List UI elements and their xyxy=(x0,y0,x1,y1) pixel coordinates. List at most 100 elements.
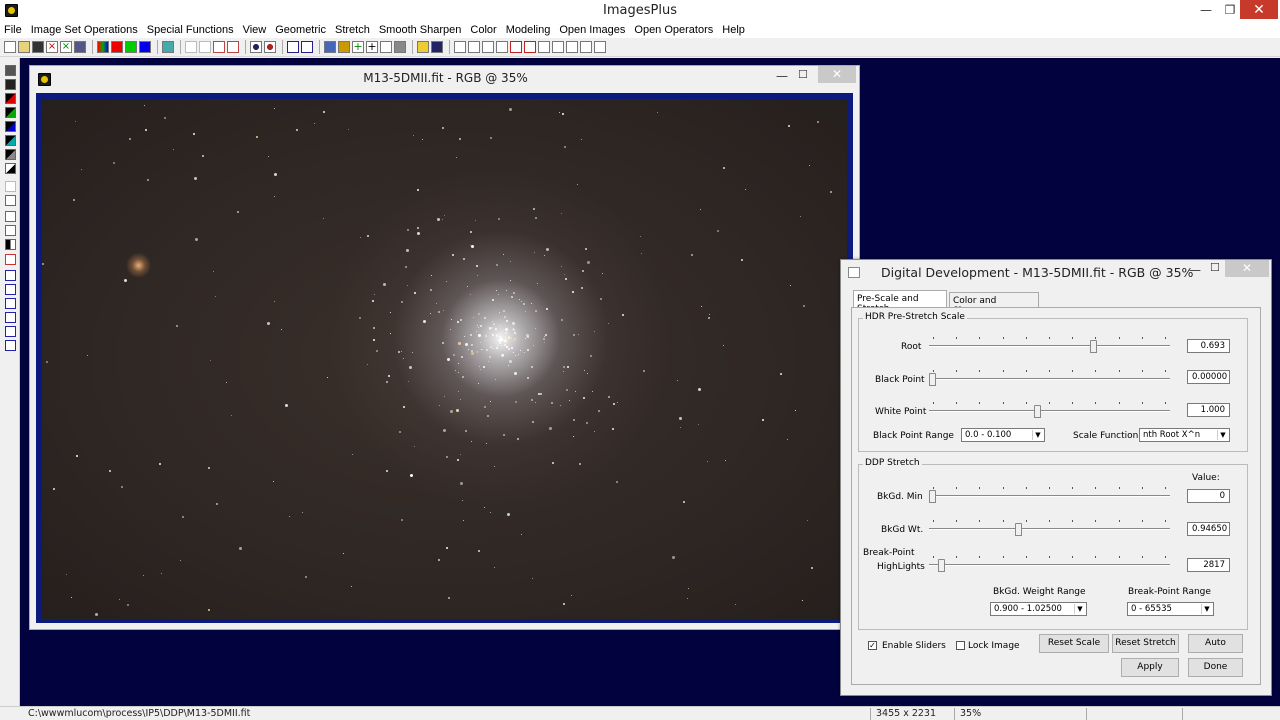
bkgd-min-value[interactable]: 0 xyxy=(1187,489,1230,503)
menu-special-functions[interactable]: Special Functions xyxy=(147,24,234,36)
break-point-range-select[interactable]: 0 - 65535 ▼ xyxy=(1127,602,1214,616)
undo-icon[interactable] xyxy=(185,41,197,53)
redo-icon[interactable] xyxy=(199,41,211,53)
tool-region-icon[interactable] xyxy=(5,254,16,265)
pencil-icon[interactable] xyxy=(417,41,429,53)
crop-icon[interactable] xyxy=(380,41,392,53)
auto-button[interactable]: Auto xyxy=(1188,634,1243,653)
camera-icon[interactable] xyxy=(394,41,406,53)
enable-sliders-checkbox[interactable]: ✓ xyxy=(868,641,877,650)
tool-rotate-right-icon[interactable] xyxy=(5,326,16,337)
new-icon[interactable] xyxy=(4,41,16,53)
tool-flip-icon[interactable] xyxy=(5,340,16,351)
bkgd-weight-range-select[interactable]: 0.900 - 1.02500 ▼ xyxy=(990,602,1087,616)
bkgd-min-slider[interactable] xyxy=(929,487,1170,503)
tool-save-icon[interactable] xyxy=(5,65,16,76)
undo-all-icon[interactable] xyxy=(213,41,225,53)
print-icon[interactable] xyxy=(74,41,86,53)
tool-select-icon[interactable] xyxy=(5,211,16,222)
tool-rotate-left-icon[interactable] xyxy=(5,312,16,323)
image-close-icon[interactable]: ✕ xyxy=(818,66,856,83)
bkgd-wt-slider[interactable] xyxy=(929,520,1170,536)
root-slider-thumb[interactable] xyxy=(1089,340,1097,353)
bkgd-wt-value[interactable]: 0.94650 xyxy=(1187,522,1230,536)
target-red-icon[interactable] xyxy=(264,41,276,53)
levels-icon[interactable] xyxy=(338,41,350,53)
image-minimize-icon[interactable]: — xyxy=(776,69,788,83)
target-icon[interactable] xyxy=(250,41,262,53)
zoom-plus-icon[interactable] xyxy=(510,41,522,53)
chart-icon[interactable] xyxy=(324,41,336,53)
red-channel-icon[interactable] xyxy=(111,41,123,53)
white-point-value[interactable]: 1.000 xyxy=(1187,403,1230,417)
histogram-icon[interactable] xyxy=(301,41,313,53)
tool-invert-icon[interactable] xyxy=(5,163,16,174)
root-value[interactable]: 0.693 xyxy=(1187,339,1230,353)
done-button[interactable]: Done xyxy=(1188,658,1243,677)
dialog-close-icon[interactable]: ✕ xyxy=(1225,260,1269,277)
close-app-icon[interactable]: ✕ xyxy=(1240,0,1278,19)
menu-open-images[interactable]: Open Images xyxy=(559,24,625,36)
white-point-slider[interactable] xyxy=(929,402,1170,418)
zoom-minus-icon[interactable] xyxy=(524,41,536,53)
rgb-icon[interactable] xyxy=(97,41,109,53)
menu-file[interactable]: File xyxy=(4,24,22,36)
dialog-maximize-icon[interactable]: ☐ xyxy=(1210,261,1220,274)
dots-icon[interactable] xyxy=(287,41,299,53)
image-maximize-icon[interactable]: ☐ xyxy=(798,68,808,81)
root-slider[interactable] xyxy=(929,337,1170,353)
break-point-slider[interactable] xyxy=(929,556,1170,572)
tool-blue-icon[interactable] xyxy=(5,121,16,132)
tool-move-icon[interactable] xyxy=(5,270,16,281)
grid-icon[interactable] xyxy=(162,41,174,53)
menu-smooth-sharpen[interactable]: Smooth Sharpen xyxy=(379,24,462,36)
menu-color[interactable]: Color xyxy=(470,24,496,36)
image-window[interactable]: M13-5DMII.fit - RGB @ 35% — ☐ ✕ xyxy=(29,65,860,630)
add-icon[interactable]: + xyxy=(352,41,364,53)
tab-color-and-sharpness[interactable]: Color and Sharpness xyxy=(949,292,1039,316)
white-point-slider-thumb[interactable] xyxy=(1033,405,1041,418)
open-icon[interactable] xyxy=(18,41,30,53)
frame-1-icon[interactable] xyxy=(538,41,550,53)
zoom-fit-icon[interactable] xyxy=(482,41,494,53)
tool-right-icon[interactable] xyxy=(5,298,16,309)
black-point-range-select[interactable]: 0.0 - 0.100 ▼ xyxy=(961,428,1045,442)
black-point-slider[interactable] xyxy=(929,370,1170,386)
lock-image-checkbox[interactable] xyxy=(956,641,965,650)
menu-geometric[interactable]: Geometric xyxy=(275,24,326,36)
tool-green-icon[interactable] xyxy=(5,107,16,118)
crosshair-icon[interactable]: + xyxy=(366,41,378,53)
tool-gray-icon[interactable] xyxy=(5,149,16,160)
reset-scale-button[interactable]: Reset Scale xyxy=(1039,634,1109,653)
frame-5-icon[interactable] xyxy=(594,41,606,53)
dialog-minimize-icon[interactable]: — xyxy=(1189,263,1201,277)
frame-4-icon[interactable] xyxy=(580,41,592,53)
tool-list-icon[interactable] xyxy=(5,225,16,236)
reset-stretch-button[interactable]: Reset Stretch xyxy=(1112,634,1179,653)
menu-modeling[interactable]: Modeling xyxy=(506,24,551,36)
tool-disabled-icon[interactable] xyxy=(5,181,16,192)
frame-2-icon[interactable] xyxy=(552,41,564,53)
close-image-icon[interactable]: × xyxy=(46,41,58,53)
menu-stretch[interactable]: Stretch xyxy=(335,24,370,36)
blue-channel-icon[interactable] xyxy=(139,41,151,53)
menu-help[interactable]: Help xyxy=(722,24,745,36)
zoom-actual-icon[interactable] xyxy=(496,41,508,53)
bkgd-wt-slider-thumb[interactable] xyxy=(1015,523,1023,536)
save-icon[interactable] xyxy=(32,41,44,53)
break-point-value[interactable]: 2817 xyxy=(1187,558,1230,572)
zoom-in-icon[interactable] xyxy=(454,41,466,53)
tool-red-icon[interactable] xyxy=(5,93,16,104)
redo-all-icon[interactable] xyxy=(227,41,239,53)
bkgd-min-slider-thumb[interactable] xyxy=(929,490,936,503)
scale-function-select[interactable]: nth Root X^n ▼ xyxy=(1139,428,1230,442)
tool-cyan-icon[interactable] xyxy=(5,135,16,146)
green-channel-icon[interactable] xyxy=(125,41,137,53)
break-point-slider-thumb[interactable] xyxy=(938,559,946,572)
black-point-value[interactable]: 0.00000 xyxy=(1187,370,1230,384)
tool-up-icon[interactable] xyxy=(5,284,16,295)
frame-3-icon[interactable] xyxy=(566,41,578,53)
star-cluster-image[interactable] xyxy=(42,99,847,619)
delete-icon[interactable]: × xyxy=(60,41,72,53)
monitor-icon[interactable] xyxy=(431,41,443,53)
